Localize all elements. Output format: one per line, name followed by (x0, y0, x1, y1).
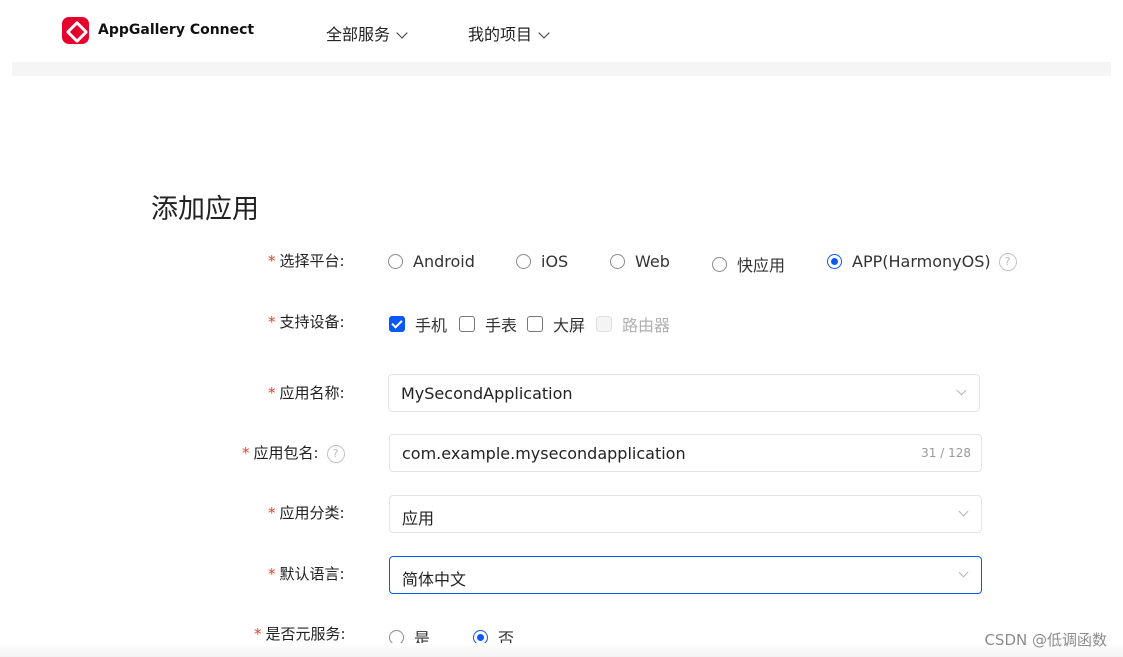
checkbox-label: 手表 (485, 316, 518, 335)
bottom-fade (0, 643, 1123, 657)
package-name-input[interactable]: com.example.mysecondapplication 31 / 128 (389, 434, 982, 472)
checkbox[interactable] (459, 316, 475, 332)
chevron-down-icon (396, 27, 408, 39)
required-mark: * (268, 313, 276, 331)
header-divider-band (12, 62, 1111, 76)
radio-button[interactable] (516, 254, 531, 269)
package-name-value: com.example.mysecondapplication (402, 444, 686, 463)
platform-option-web[interactable]: Web (610, 252, 670, 271)
app-name-value: MySecondApplication (401, 384, 573, 403)
device-option-watch[interactable]: 手表 (459, 312, 517, 336)
radio-label: Android (413, 252, 475, 271)
radio-button-selected[interactable] (827, 254, 842, 269)
platform-option-android[interactable]: Android (388, 252, 475, 271)
device-option-router: 路由器 (596, 312, 670, 336)
checkbox-disabled (596, 316, 612, 332)
required-mark: * (268, 252, 276, 270)
checkbox-label: 手机 (415, 316, 448, 335)
platform-option-quickapp[interactable]: 快应用 (712, 252, 785, 276)
category-label-text: 应用分类: (279, 504, 345, 522)
checkbox-label: 大屏 (553, 316, 586, 335)
brand-name[interactable]: AppGallery Connect (98, 22, 254, 38)
checkbox-checked[interactable] (389, 316, 405, 332)
package-name-label-text: 应用包名: (253, 444, 319, 462)
checkbox[interactable] (527, 316, 543, 332)
category-select[interactable]: 应用 (389, 495, 982, 533)
top-header: AppGallery Connect 全部服务 我的项目 (0, 0, 1123, 62)
radio-label: APP(HarmonyOS) (852, 252, 991, 271)
required-mark: * (268, 565, 276, 583)
app-name-label: * 应用名称: (268, 382, 345, 403)
required-mark: * (268, 384, 276, 402)
platform-label-text: 选择平台: (279, 252, 345, 270)
devices-label: * 支持设备: (268, 311, 345, 332)
app-name-label-text: 应用名称: (279, 384, 345, 402)
required-mark: * (242, 444, 250, 462)
package-name-label: * 应用包名:? (242, 442, 345, 463)
category-value: 应用 (402, 509, 435, 528)
required-mark: * (254, 625, 262, 643)
chevron-down-icon (958, 567, 969, 578)
page-title: 添加应用 (151, 194, 259, 225)
help-icon[interactable]: ? (998, 252, 1017, 271)
device-option-bigscreen[interactable]: 大屏 (527, 312, 585, 336)
language-label-text: 默认语言: (279, 565, 345, 583)
chevron-down-icon (538, 27, 550, 39)
required-mark: * (268, 504, 276, 522)
language-value: 简体中文 (402, 570, 467, 589)
nav-my-projects[interactable]: 我的项目 (468, 21, 550, 45)
watermark: CSDN @低调函数 (984, 631, 1107, 649)
platform-option-harmonyos[interactable]: APP(HarmonyOS) ? (827, 252, 1017, 271)
language-select[interactable]: 简体中文 (389, 556, 982, 594)
appgallery-logo-icon[interactable] (62, 17, 89, 44)
app-name-select[interactable]: MySecondApplication (388, 374, 980, 412)
chevron-down-icon (956, 385, 967, 396)
language-label: * 默认语言: (268, 563, 345, 584)
radio-button[interactable] (388, 254, 403, 269)
nav-my-projects-label: 我的项目 (468, 25, 533, 44)
help-icon[interactable]: ? (326, 444, 345, 463)
radio-label: Web (635, 252, 670, 271)
nav-all-services[interactable]: 全部服务 (326, 21, 408, 45)
platform-option-ios[interactable]: iOS (516, 252, 568, 271)
radio-button[interactable] (610, 254, 625, 269)
category-label: * 应用分类: (268, 502, 345, 523)
checkbox-label: 路由器 (622, 316, 671, 335)
chevron-down-icon (958, 506, 969, 517)
device-option-phone[interactable]: 手机 (389, 312, 447, 336)
character-counter: 31 / 128 (921, 446, 971, 460)
meta-service-label: * 是否元服务: (254, 623, 346, 644)
nav-all-services-label: 全部服务 (326, 25, 391, 44)
radio-label: iOS (541, 252, 569, 271)
meta-service-label-text: 是否元服务: (265, 625, 346, 643)
devices-label-text: 支持设备: (279, 313, 345, 331)
radio-label: 快应用 (737, 256, 786, 275)
platform-label: * 选择平台: (268, 250, 345, 271)
radio-button[interactable] (712, 256, 727, 272)
